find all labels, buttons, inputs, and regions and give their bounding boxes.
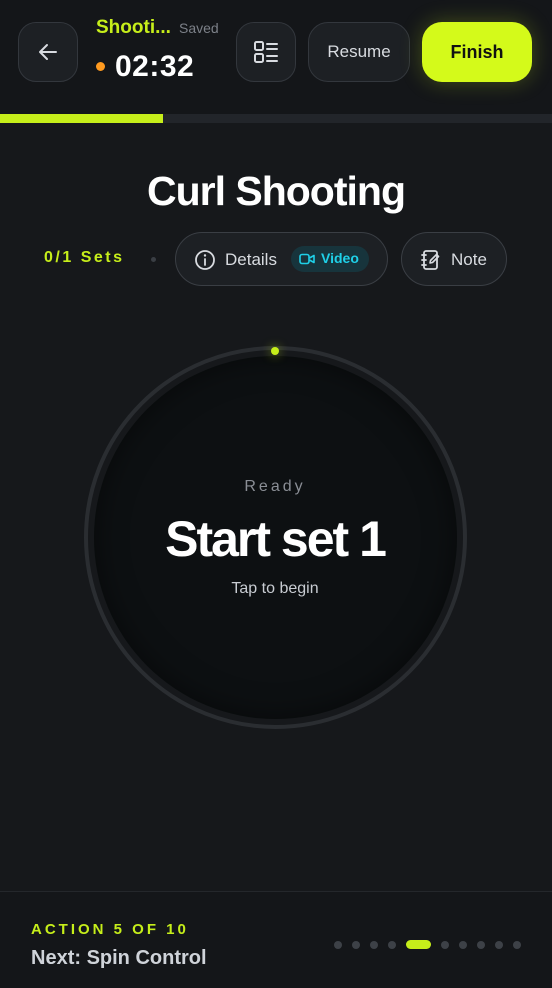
pager-dot[interactable] [459, 940, 467, 949]
pager-dot[interactable] [370, 940, 378, 949]
info-icon [195, 250, 215, 270]
video-camera-icon [299, 253, 315, 265]
exercise-title: Curl Shooting [146, 168, 406, 214]
resume-button[interactable]: Resume [308, 22, 410, 82]
details-button[interactable]: Details Video [175, 232, 388, 286]
arrow-left-icon [39, 44, 57, 60]
recording-dot [96, 62, 105, 71]
action-step-counter: ACTION 5 OF 10 [31, 921, 189, 938]
pager-dot[interactable] [495, 940, 503, 949]
note-label: Note [451, 250, 487, 269]
pager-dot[interactable] [352, 940, 360, 949]
notebook-pen-icon [421, 250, 440, 270]
saved-status: Saved [179, 20, 219, 36]
header: Shooti... Saved 02:32 Resume Finish [0, 0, 552, 114]
finish-button[interactable]: Finish [422, 22, 532, 82]
list-view-button[interactable] [236, 22, 296, 82]
pager-dot[interactable] [388, 940, 396, 949]
session-progress-bar [0, 114, 552, 123]
pager-dot-active[interactable] [406, 940, 431, 949]
video-badge[interactable]: Video [291, 246, 369, 272]
pager-dot[interactable] [334, 940, 342, 949]
back-button[interactable] [18, 22, 78, 82]
note-button[interactable]: Note [401, 232, 507, 286]
video-label: Video [321, 250, 359, 266]
action-pager [334, 940, 521, 949]
dial-hint: Tap to begin [231, 580, 319, 597]
dial-progress-marker [271, 347, 279, 355]
dial-action-label: Start set 1 [165, 511, 387, 567]
footer: ACTION 5 OF 10 Next: Spin Control [0, 891, 552, 988]
pager-dot[interactable] [477, 940, 485, 949]
separator-dot [151, 257, 156, 262]
session-timer: 02:32 [115, 50, 195, 83]
session-progress-fill [0, 114, 163, 123]
sets-counter: 0/1 Sets [44, 249, 125, 266]
list-view-icon [254, 41, 278, 63]
details-label: Details [225, 250, 277, 269]
session-name: Shooti... [96, 17, 171, 38]
next-action-label: Next: Spin Control [31, 947, 207, 969]
pager-dot[interactable] [441, 940, 449, 949]
dial-state-label: Ready [244, 478, 306, 495]
pager-dot[interactable] [513, 940, 521, 949]
